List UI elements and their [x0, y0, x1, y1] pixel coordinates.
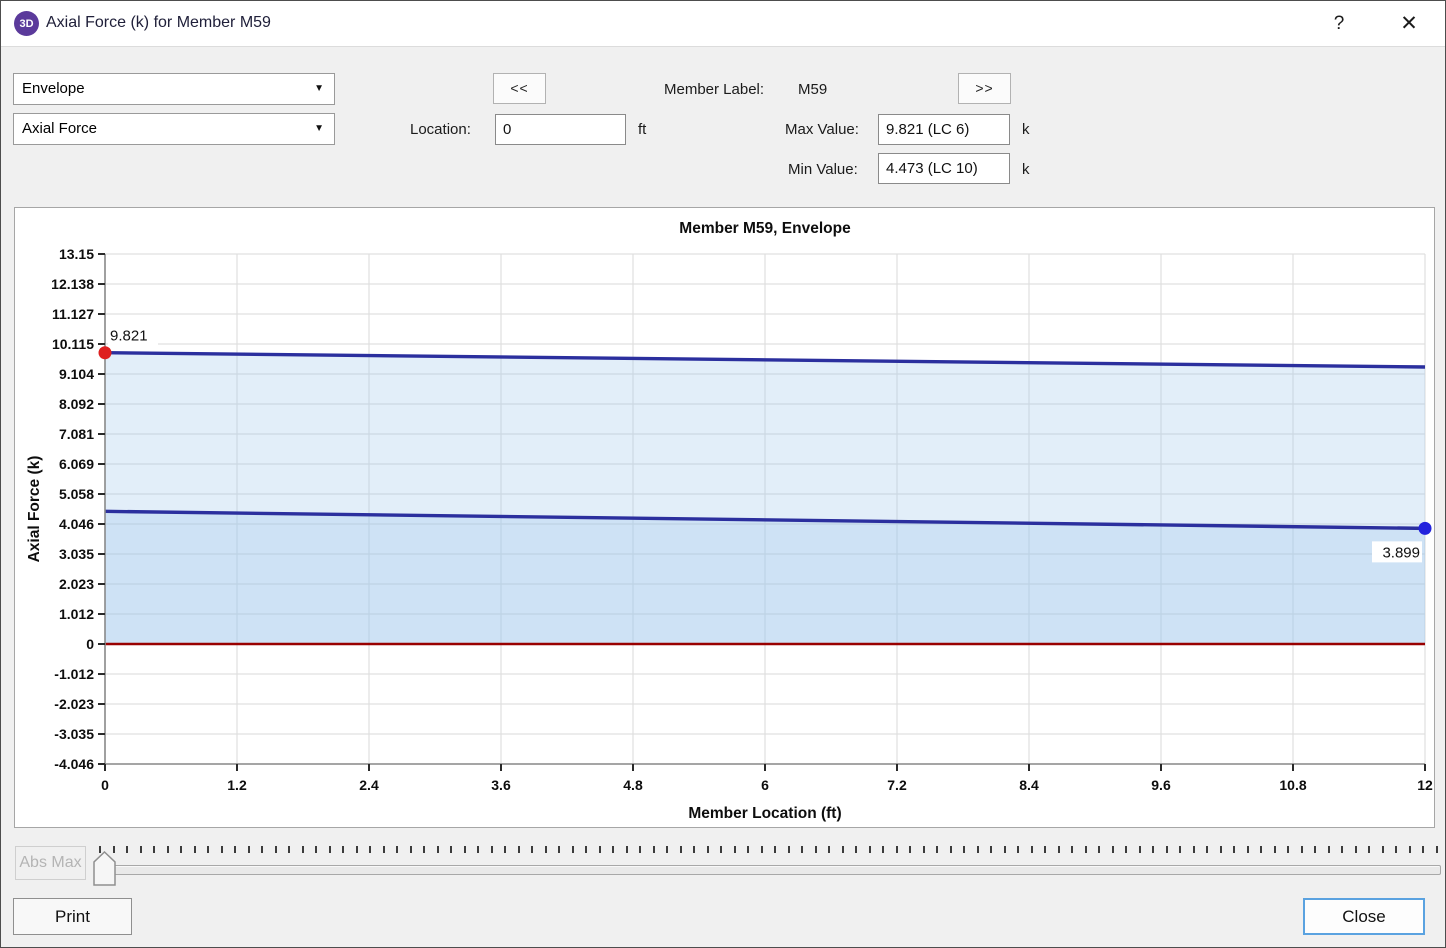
close-window-icon[interactable]: ✕: [1395, 11, 1423, 37]
result-type-dropdown[interactable]: Envelope ▼: [13, 73, 335, 105]
svg-text:8.4: 8.4: [1019, 777, 1039, 793]
print-button[interactable]: Print: [13, 898, 132, 935]
svg-text:8.092: 8.092: [59, 396, 94, 412]
member-label-value: M59: [798, 81, 827, 98]
svg-text:-3.035: -3.035: [54, 726, 94, 742]
svg-text:13.15: 13.15: [59, 246, 94, 262]
svg-text:0: 0: [101, 777, 109, 793]
min-value-unit: k: [1022, 161, 1030, 178]
abs-max-button: Abs Max: [15, 846, 86, 880]
svg-text:10.8: 10.8: [1279, 777, 1306, 793]
svg-text:9.6: 9.6: [1151, 777, 1171, 793]
svg-text:12: 12: [1417, 777, 1433, 793]
svg-text:6: 6: [761, 777, 769, 793]
svg-text:-1.012: -1.012: [54, 666, 94, 682]
svg-text:3.6: 3.6: [491, 777, 511, 793]
svg-text:Member M59, Envelope: Member M59, Envelope: [679, 220, 851, 237]
member-label-caption: Member Label:: [664, 81, 764, 98]
prev-member-button[interactable]: <<: [493, 73, 546, 104]
svg-text:0: 0: [86, 636, 94, 652]
svg-text:-2.023: -2.023: [54, 696, 94, 712]
max-value-unit: k: [1022, 121, 1030, 138]
close-button[interactable]: Close: [1303, 898, 1425, 935]
svg-text:1.2: 1.2: [227, 777, 247, 793]
window-title: Axial Force (k) for Member M59: [46, 14, 271, 32]
location-slider-track[interactable]: [99, 865, 1441, 875]
svg-text:4.8: 4.8: [623, 777, 643, 793]
svg-text:3.035: 3.035: [59, 546, 94, 562]
force-type-value: Axial Force: [22, 114, 97, 144]
chevron-down-icon: ▼: [314, 74, 334, 104]
result-type-value: Envelope: [22, 74, 85, 104]
svg-text:12.138: 12.138: [51, 276, 94, 292]
svg-text:2.023: 2.023: [59, 576, 94, 592]
svg-text:-4.046: -4.046: [54, 756, 94, 772]
max-value-input[interactable]: [878, 114, 1010, 145]
svg-text:Member Location (ft): Member Location (ft): [688, 805, 841, 822]
location-unit: ft: [638, 121, 646, 138]
max-value-caption: Max Value:: [785, 121, 859, 138]
svg-text:11.127: 11.127: [52, 306, 94, 322]
svg-text:9.104: 9.104: [59, 366, 94, 382]
control-strip: Envelope ▼ Axial Force ▼ << >> Member La…: [1, 47, 1445, 206]
svg-text:10.115: 10.115: [52, 336, 94, 352]
chevron-down-icon: ▼: [314, 114, 334, 144]
slider-tick-marks: [99, 846, 1439, 854]
next-member-button[interactable]: >>: [958, 73, 1011, 104]
app-3d-icon: 3D: [14, 11, 39, 36]
min-value-input[interactable]: [878, 153, 1010, 184]
svg-text:3.899: 3.899: [1382, 544, 1420, 561]
chart-panel: 13.15 12.138 11.127 10.115 9.104 8.092 7.081 6.…: [14, 207, 1435, 828]
location-caption: Location:: [410, 121, 471, 138]
svg-text:4.046: 4.046: [59, 516, 94, 532]
svg-text:7.2: 7.2: [887, 777, 907, 793]
location-input[interactable]: [495, 114, 626, 145]
help-button[interactable]: ?: [1325, 11, 1353, 37]
svg-text:5.058: 5.058: [59, 486, 94, 502]
svg-text:1.012: 1.012: [59, 606, 94, 622]
title-bar: 3D Axial Force (k) for Member M59 ? ✕: [1, 1, 1445, 47]
min-value-caption: Min Value:: [788, 161, 858, 178]
svg-text:9.821: 9.821: [110, 328, 148, 345]
svg-text:7.081: 7.081: [59, 426, 94, 442]
svg-text:Axial Force (k): Axial Force (k): [26, 456, 43, 563]
svg-text:6.069: 6.069: [59, 456, 94, 472]
envelope-chart: 13.15 12.138 11.127 10.115 9.104 8.092 7.081 6.…: [15, 208, 1434, 827]
location-slider-thumb[interactable]: [93, 851, 116, 891]
dialog-window: 3D Axial Force (k) for Member M59 ? ✕ En…: [0, 0, 1446, 948]
svg-text:2.4: 2.4: [359, 777, 379, 793]
force-type-dropdown[interactable]: Axial Force ▼: [13, 113, 335, 145]
